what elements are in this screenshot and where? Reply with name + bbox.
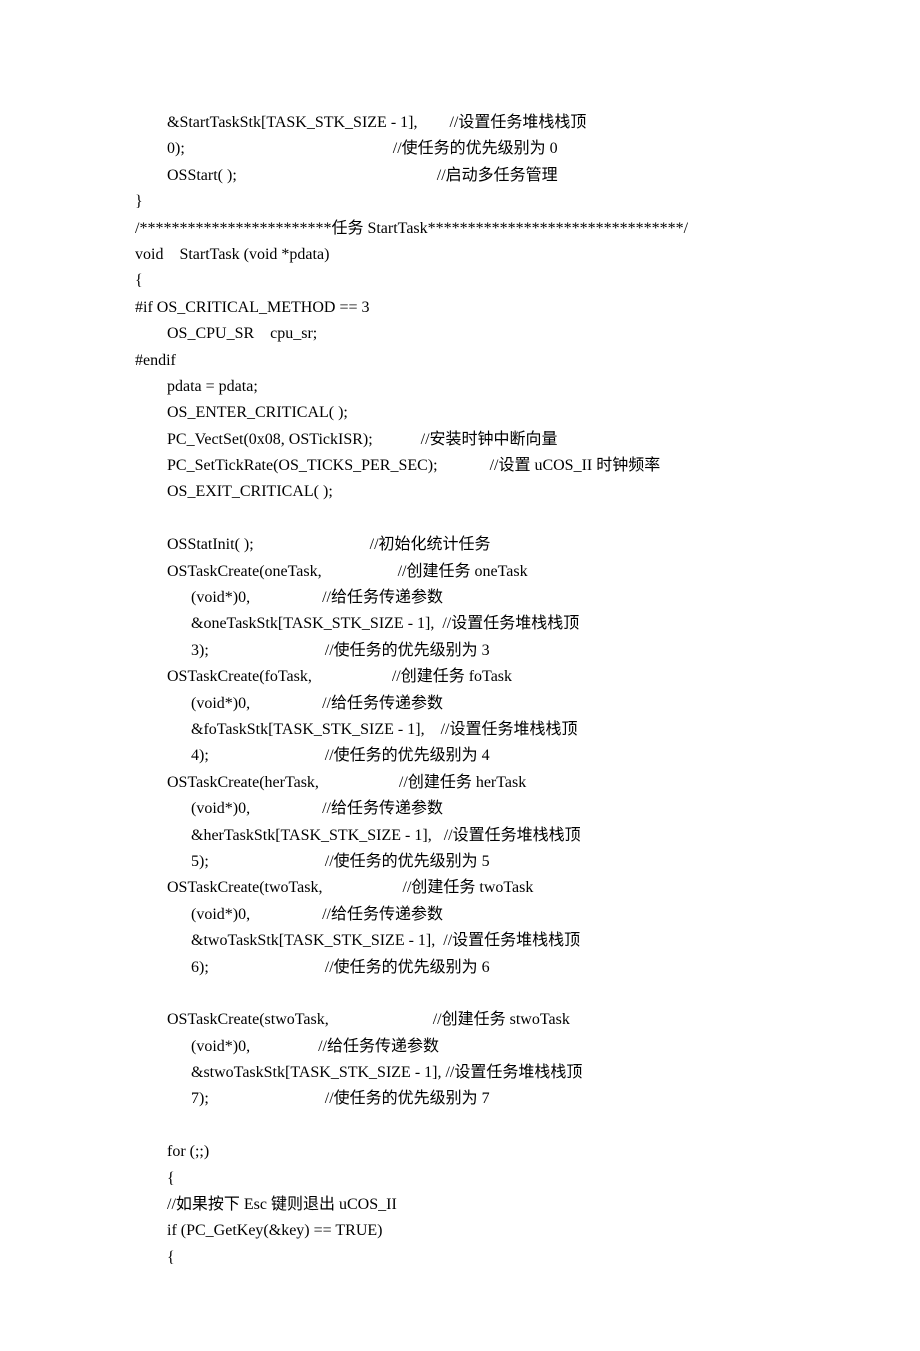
code-line: &stwoTaskStk[TASK_STK_SIZE - 1], //设置任务堆… (135, 1060, 785, 1086)
code-line: #if OS_CRITICAL_METHOD == 3 (135, 295, 785, 321)
code-line: } (135, 189, 785, 215)
code-line: OSStart( ); //启动多任务管理 (135, 163, 785, 189)
code-line: PC_SetTickRate(OS_TICKS_PER_SEC); //设置 u… (135, 453, 785, 479)
code-line: 6); //使任务的优先级别为 6 (135, 955, 785, 981)
code-line: void StartTask (void *pdata) (135, 242, 785, 268)
code-line: OSTaskCreate(stwoTask, //创建任务 stwoTask (135, 1007, 785, 1033)
code-line: &herTaskStk[TASK_STK_SIZE - 1], //设置任务堆栈… (135, 823, 785, 849)
code-line: &oneTaskStk[TASK_STK_SIZE - 1], //设置任务堆栈… (135, 611, 785, 637)
code-line: /************************任务 StartTask***… (135, 216, 785, 242)
code-line: (void*)0, //给任务传递参数 (135, 902, 785, 928)
code-line: { (135, 1166, 785, 1192)
code-line: OS_EXIT_CRITICAL( ); (135, 479, 785, 505)
code-line: #endif (135, 348, 785, 374)
code-line (135, 981, 785, 1007)
code-line: if (PC_GetKey(&key) == TRUE) (135, 1218, 785, 1244)
code-line: OSTaskCreate(twoTask, //创建任务 twoTask (135, 875, 785, 901)
code-line: 3); //使任务的优先级别为 3 (135, 638, 785, 664)
code-line: &foTaskStk[TASK_STK_SIZE - 1], //设置任务堆栈栈… (135, 717, 785, 743)
code-line: PC_VectSet(0x08, OSTickISR); //安装时钟中断向量 (135, 427, 785, 453)
code-line: for (;;) (135, 1139, 785, 1165)
code-line: OSTaskCreate(oneTask, //创建任务 oneTask (135, 559, 785, 585)
code-line: OSTaskCreate(foTask, //创建任务 foTask (135, 664, 785, 690)
code-line: { (135, 1245, 785, 1271)
code-listing: &StartTaskStk[TASK_STK_SIZE - 1], //设置任务… (135, 110, 785, 1271)
code-line: 4); //使任务的优先级别为 4 (135, 743, 785, 769)
code-line: 7); //使任务的优先级别为 7 (135, 1086, 785, 1112)
code-line: (void*)0, //给任务传递参数 (135, 585, 785, 611)
code-line: OS_CPU_SR cpu_sr; (135, 321, 785, 347)
code-line: { (135, 268, 785, 294)
code-line: //如果按下 Esc 键则退出 uCOS_II (135, 1192, 785, 1218)
code-line: 0); //使任务的优先级别为 0 (135, 136, 785, 162)
code-line (135, 506, 785, 532)
code-line: OS_ENTER_CRITICAL( ); (135, 400, 785, 426)
code-line (135, 1113, 785, 1139)
code-line: pdata = pdata; (135, 374, 785, 400)
code-line: &StartTaskStk[TASK_STK_SIZE - 1], //设置任务… (135, 110, 785, 136)
code-line: &twoTaskStk[TASK_STK_SIZE - 1], //设置任务堆栈… (135, 928, 785, 954)
code-line: OSTaskCreate(herTask, //创建任务 herTask (135, 770, 785, 796)
code-line: (void*)0, //给任务传递参数 (135, 796, 785, 822)
code-line: (void*)0, //给任务传递参数 (135, 691, 785, 717)
code-line: 5); //使任务的优先级别为 5 (135, 849, 785, 875)
code-line: OSStatInit( ); //初始化统计任务 (135, 532, 785, 558)
code-line: (void*)0, //给任务传递参数 (135, 1034, 785, 1060)
